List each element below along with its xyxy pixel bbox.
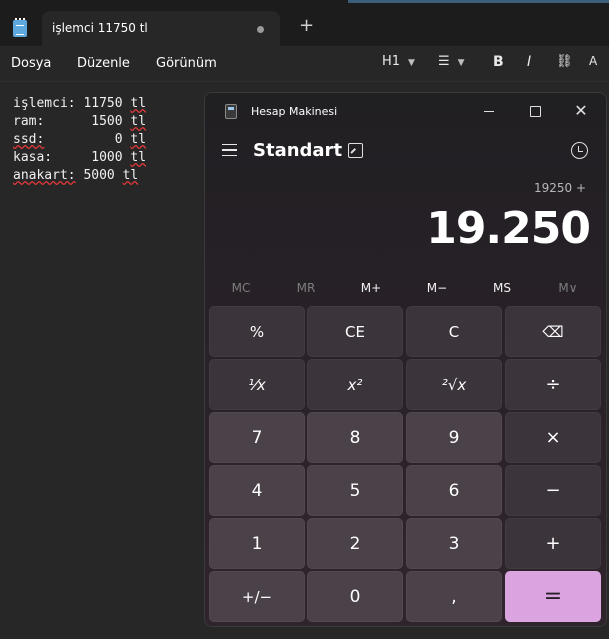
reciprocal-button[interactable]: ¹⁄x — [209, 359, 305, 410]
tab-title: işlemci 11750 tl — [52, 21, 148, 35]
digit-9-button[interactable]: 9 — [406, 412, 502, 463]
clear-formatting-button[interactable]: A — [589, 54, 597, 68]
memory-row: MC MR M+ M− MS M∨ — [209, 277, 604, 301]
subtract-button[interactable]: − — [505, 465, 601, 516]
memory-clear-button[interactable]: MC — [209, 281, 273, 295]
digit-4-button[interactable]: 4 — [209, 465, 305, 516]
line-unit: tl — [130, 132, 147, 147]
line-value: 1500 — [91, 114, 123, 129]
heading-dropdown[interactable]: H1 ▼ — [382, 54, 415, 69]
list-dropdown[interactable]: ☰ ▼ — [438, 54, 465, 69]
multiply-button[interactable]: × — [505, 412, 601, 463]
line-key: kasa: — [13, 150, 53, 165]
line-key: ram: — [13, 114, 45, 129]
menu-view[interactable]: Görünüm — [156, 56, 217, 71]
digit-2-button[interactable]: 2 — [307, 518, 403, 569]
text-line: ram: 1500 tl — [13, 114, 146, 129]
digit-8-button[interactable]: 8 — [307, 412, 403, 463]
text-line: anakart: 5000 tl — [13, 168, 138, 183]
digit-6-button[interactable]: 6 — [406, 465, 502, 516]
equals-button[interactable]: = — [505, 571, 601, 622]
memory-store-button[interactable]: MS — [470, 281, 534, 295]
line-value: 11750 — [83, 96, 123, 111]
decimal-button[interactable]: , — [406, 571, 502, 622]
line-value: 1000 — [91, 150, 123, 165]
memory-list-button[interactable]: M∨ — [536, 281, 600, 295]
negate-button[interactable]: +/− — [209, 571, 305, 622]
digit-5-button[interactable]: 5 — [307, 465, 403, 516]
result-display: 19.250 — [426, 203, 591, 254]
chevron-down-icon: ▼ — [408, 58, 415, 68]
line-key: ssd: — [13, 132, 45, 147]
hamburger-menu-icon[interactable] — [222, 144, 237, 156]
background-window-edge — [348, 0, 609, 3]
square-button[interactable]: x² — [307, 359, 403, 410]
new-tab-button[interactable]: + — [299, 17, 314, 35]
digit-7-button[interactable]: 7 — [209, 412, 305, 463]
history-icon[interactable] — [571, 142, 588, 159]
line-key: anakart: — [13, 168, 76, 183]
digit-3-button[interactable]: 3 — [406, 518, 502, 569]
notepad-app-icon — [13, 18, 27, 37]
tab-document[interactable]: işlemci 11750 tl — [42, 11, 280, 47]
line-value: 5000 — [83, 168, 115, 183]
menu-file[interactable]: Dosya — [11, 56, 51, 71]
text-line: işlemci: 11750 tl — [13, 96, 146, 111]
line-unit: tl — [130, 114, 147, 129]
square-root-button[interactable]: ²√x — [406, 359, 502, 410]
chevron-down-icon: ▼ — [457, 58, 465, 68]
maximize-icon[interactable] — [525, 101, 545, 121]
memory-subtract-button[interactable]: M− — [405, 281, 469, 295]
digit-0-button[interactable]: 0 — [307, 571, 403, 622]
clear-entry-button[interactable]: CE — [307, 306, 403, 357]
text-line: ssd: 0 tl — [13, 132, 146, 147]
unsaved-dot-icon[interactable] — [257, 26, 264, 33]
italic-button[interactable]: I — [527, 54, 531, 70]
bold-button[interactable]: B — [493, 54, 504, 70]
line-unit: tl — [122, 168, 139, 183]
minimize-icon[interactable] — [479, 101, 499, 121]
line-unit: tl — [130, 150, 147, 165]
calculator-window: Hesap Makinesi ✕ Standart 19250 + 19.250… — [204, 92, 607, 627]
clear-button[interactable]: C — [406, 306, 502, 357]
digit-1-button[interactable]: 1 — [209, 518, 305, 569]
divide-button[interactable]: ÷ — [505, 359, 601, 410]
link-icon[interactable]: ⛓ — [556, 54, 573, 69]
calculator-app-icon — [225, 104, 237, 119]
heading-label: H1 — [382, 54, 401, 69]
line-value: 0 — [114, 132, 123, 147]
percent-button[interactable]: % — [209, 306, 305, 357]
text-line: kasa: 1000 tl — [13, 150, 146, 165]
line-key: işlemci: — [13, 96, 76, 111]
menu-edit[interactable]: Düzenle — [77, 56, 130, 71]
backspace-button[interactable]: ⌫ — [505, 306, 601, 357]
keep-on-top-icon[interactable] — [348, 143, 363, 158]
list-icon: ☰ — [438, 54, 450, 69]
menu-bar: Dosya Düzenle Görünüm H1 ▼ ☰ ▼ B I ⛓ A — [0, 46, 609, 82]
expression-display: 19250 + — [533, 181, 586, 195]
mode-title: Standart — [253, 140, 343, 161]
line-unit: tl — [130, 96, 147, 111]
close-icon[interactable]: ✕ — [571, 101, 591, 121]
window-title: Hesap Makinesi — [251, 105, 338, 118]
memory-recall-button[interactable]: MR — [274, 281, 338, 295]
add-button[interactable]: + — [505, 518, 601, 569]
memory-add-button[interactable]: M+ — [339, 281, 403, 295]
